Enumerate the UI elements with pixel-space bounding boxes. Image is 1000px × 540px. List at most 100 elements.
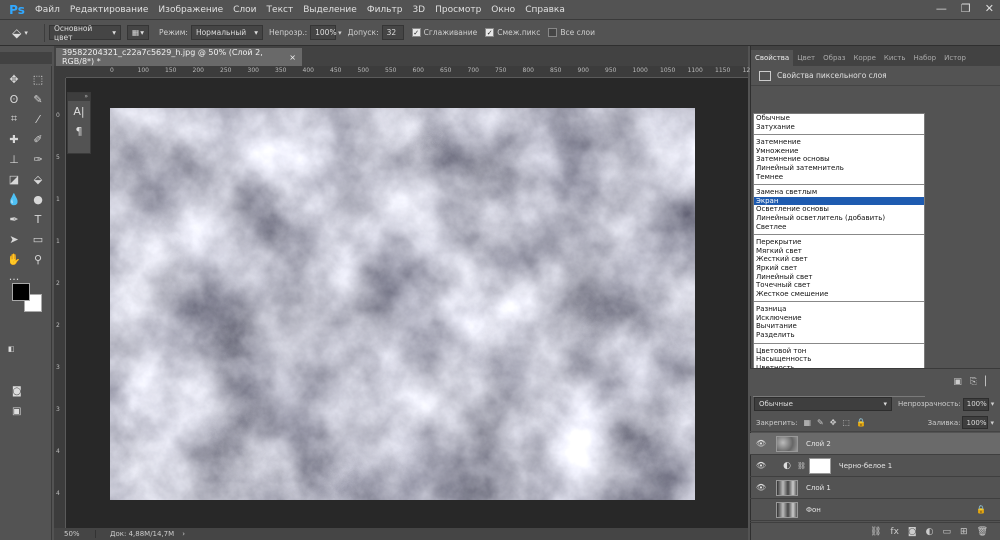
dodge-tool-icon[interactable]: ● [26,190,50,208]
blend-mode-option[interactable]: Перекрытие [754,238,924,247]
hand-tool-icon[interactable]: ✋ [2,250,26,268]
character-icon[interactable]: A| [68,101,90,121]
menu-item[interactable]: Просмотр [430,5,486,15]
layer-row[interactable]: 👁 Фон 🔒 [750,499,1000,521]
menu-item[interactable]: Изображение [153,5,228,15]
chevron-right-icon[interactable]: › [182,530,185,538]
blend-mode-option[interactable]: Мягкий свет [754,247,924,256]
lock-artboard-icon[interactable]: ⬚ [842,418,850,427]
document-canvas[interactable] [110,108,695,500]
menu-item[interactable]: Текст [262,5,299,15]
healing-brush-tool-icon[interactable]: ✚ [2,130,26,148]
menu-item[interactable]: Слои [228,5,261,15]
fill-source-select[interactable]: Основной цвет ▾ [49,24,121,42]
layer-opacity-input[interactable]: 100% [962,397,989,411]
panel-tab[interactable]: Истор [940,54,970,66]
panel-tab[interactable]: Образ [819,54,849,66]
filter-smart-icon[interactable]: ⎘ [970,377,977,387]
tolerance-input[interactable]: 32 [381,25,404,40]
chevron-down-icon[interactable]: ▾ [990,419,994,427]
layer-mask-thumbnail[interactable] [808,457,831,474]
blend-mode-option[interactable]: Насыщенность [754,355,924,364]
filter-toggle-icon[interactable]: ▏ [985,377,992,387]
pattern-picker[interactable]: ▦ ▾ [127,25,149,40]
move-tool-icon[interactable]: ✥ [2,70,26,88]
eraser-tool-icon[interactable]: ◪ [2,170,26,188]
chevron-down-icon[interactable]: ▾ [991,400,995,408]
paint-bucket-tool-icon[interactable]: ⬙ [26,170,50,188]
lock-position-icon[interactable]: ✥ [830,418,837,427]
filter-pixel-icon[interactable]: ▣ [953,377,962,387]
blend-mode-option[interactable]: Точечный свет [754,281,924,290]
new-layer-icon[interactable]: ⊞ [960,527,968,537]
document-tab[interactable]: 39582204321_c22a7c5629_h.jpg @ 50% (Слой… [56,48,302,66]
blend-mode-option[interactable]: Затухание [754,123,924,132]
blend-mode-option[interactable]: Затемнение [754,138,924,147]
layer-thumbnail[interactable] [776,501,798,518]
blend-mode-option[interactable]: Осветление основы [754,205,924,214]
paragraph-icon[interactable]: ¶ [68,121,90,141]
brush-tool-icon[interactable]: ✐ [26,130,50,148]
menu-item[interactable]: Выделение [298,5,362,15]
blend-mode-dropdown[interactable]: Обычные Затухание Затемнение Умножение Затем… [753,113,925,397]
blend-mode-option[interactable]: Линейный затемнитель [754,164,924,173]
lock-all-icon[interactable]: 🔒 [856,418,866,427]
paint-bucket-tool-preset[interactable]: ⬙ ▾ [0,22,40,44]
layer-thumbnail[interactable] [776,479,798,496]
antialias-checkbox[interactable]: ✓ Сглаживание [411,28,477,37]
panel-tab[interactable]: Набор [909,54,940,66]
add-mask-icon[interactable]: ◙ [908,527,917,537]
blend-mode-option[interactable]: Экран [754,196,924,206]
blend-mode-option[interactable]: Вычитание [754,322,924,331]
menu-item[interactable]: 3D [407,5,430,15]
layer-fill-input[interactable]: 100% [962,416,989,429]
blur-tool-icon[interactable]: 💧 [2,190,26,208]
lasso-tool-icon[interactable]: ʘ [2,90,26,108]
path-select-tool-icon[interactable]: ➤ [2,230,26,248]
visibility-eye-icon[interactable]: 👁 [750,505,772,514]
blend-mode-option[interactable]: Разница [754,305,924,314]
layer-row[interactable]: 👁 ◐ ⛓ Черно-белое 1 [750,455,1000,477]
lock-pixels-icon[interactable]: ✎ [817,418,824,427]
blend-mode-option[interactable]: Линейный осветлитель (добавить) [754,214,924,223]
blend-mode-option[interactable]: Линейный свет [754,273,924,282]
zoom-level[interactable]: 50% [54,530,96,538]
screen-mode-icon[interactable]: ▣ [12,406,21,417]
menu-item[interactable]: Справка [520,5,570,15]
quick-select-tool-icon[interactable]: ✎ [26,90,50,108]
restore-button[interactable]: ❐ [961,2,971,15]
history-brush-tool-icon[interactable]: ✑ [26,150,50,168]
blend-mode-option[interactable]: Жесткий свет [754,255,924,264]
zoom-tool-icon[interactable]: ⚲ [26,250,50,268]
chain-link-icon[interactable]: ⛓ [797,462,806,470]
blend-mode-option[interactable]: Умножение [754,147,924,156]
link-layers-icon[interactable]: ⛓ [870,527,881,537]
visibility-eye-icon[interactable]: 👁 [750,439,772,448]
panel-tab[interactable]: Кисть [880,54,910,66]
visibility-eye-icon[interactable]: 👁 [750,483,772,492]
layer-row[interactable]: 👁 Слой 2 [750,433,1000,455]
panel-tab[interactable]: Корре [849,54,879,66]
default-colors-icon[interactable]: ◧ [8,345,15,353]
lock-transparent-icon[interactable]: ▦ [803,418,811,427]
menu-item[interactable]: Редактирование [65,5,154,15]
layer-thumbnail[interactable] [776,435,798,452]
menu-item[interactable]: Фильтр [362,5,408,15]
eyedropper-tool-icon[interactable]: ⁄ [26,110,50,128]
new-group-icon[interactable]: ▭ [943,527,952,537]
blend-mode-option[interactable]: Светлее [754,223,924,232]
blend-mode-option[interactable]: Обычные [754,114,924,123]
blend-mode-option[interactable]: Яркий свет [754,264,924,273]
contiguous-checkbox[interactable]: ✓ Смеж.пикс [485,28,540,37]
blend-mode-option[interactable]: Замена светлым [754,188,924,197]
panel-tab[interactable]: Цвет [793,54,819,66]
ruler-top[interactable]: 0 100 150 200 250 300 350 400 450 500 550 600 650 700… [66,66,758,78]
type-tool-icon[interactable]: T [26,210,50,228]
layer-blend-select[interactable]: Обычные ▾ [754,397,892,411]
layer-row[interactable]: 👁 Слой 1 [750,477,1000,499]
blend-mode-option[interactable]: Жесткое смешение [754,290,924,299]
opacity-input[interactable]: 100% [310,25,337,40]
blend-mode-option[interactable]: Затемнение основы [754,155,924,164]
mode-select[interactable]: Нормальный ▾ [190,25,263,40]
close-tab-icon[interactable]: × [289,53,296,62]
